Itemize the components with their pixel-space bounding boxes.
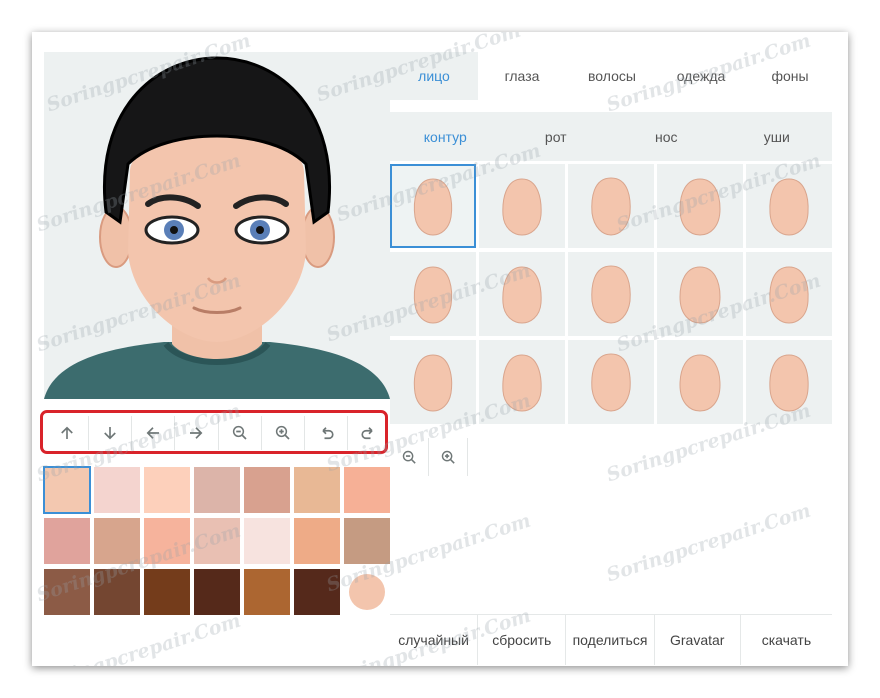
face-shape-icon xyxy=(413,354,453,412)
color-swatch[interactable] xyxy=(94,518,140,564)
face-subtabs: контур рот нос уши xyxy=(390,112,832,161)
undo-icon xyxy=(322,427,334,440)
grid-zoom-in-button[interactable] xyxy=(429,438,468,476)
color-swatch[interactable] xyxy=(344,518,390,564)
face-shape-option[interactable] xyxy=(746,340,832,424)
face-shape-icon xyxy=(591,265,631,324)
color-swatch[interactable] xyxy=(294,518,340,564)
category-tabs: лицо глаза волосы одежда фоны xyxy=(390,52,836,100)
color-swatch[interactable] xyxy=(294,569,340,615)
subtab-contour[interactable]: контур xyxy=(390,112,501,161)
face-shape-icon xyxy=(679,354,721,412)
color-swatch[interactable] xyxy=(94,467,140,513)
subtab-nose[interactable]: нос xyxy=(611,112,722,161)
face-shape-option[interactable] xyxy=(746,164,832,248)
face-shape-icon xyxy=(769,266,809,324)
face-shape-icon xyxy=(679,178,721,236)
tab-backgrounds[interactable]: фоны xyxy=(744,52,836,100)
arrow-down-icon xyxy=(104,427,117,440)
share-button[interactable]: поделиться xyxy=(566,615,655,665)
color-swatch[interactable] xyxy=(244,467,290,513)
zoom-in-icon xyxy=(441,450,455,464)
face-shape-option[interactable] xyxy=(390,164,476,248)
tab-clothes[interactable]: одежда xyxy=(658,52,744,100)
color-swatch[interactable] xyxy=(194,569,240,615)
face-shape-option[interactable] xyxy=(568,164,654,248)
color-swatch[interactable] xyxy=(144,518,190,564)
face-shape-icon xyxy=(591,177,631,236)
skin-color-palette xyxy=(43,466,390,615)
color-swatch[interactable] xyxy=(144,569,190,615)
random-button[interactable]: случайный xyxy=(390,615,479,665)
arrow-up-icon xyxy=(61,426,73,439)
face-shape-option[interactable] xyxy=(479,340,565,424)
face-shape-option[interactable] xyxy=(479,164,565,248)
color-swatch[interactable] xyxy=(194,467,240,513)
face-shape-icon xyxy=(413,178,453,236)
tab-hair[interactable]: волосы xyxy=(566,52,658,100)
avatar-preview xyxy=(44,52,390,399)
undo-button[interactable] xyxy=(305,416,348,450)
face-shape-icon xyxy=(769,354,809,412)
move-up-button[interactable] xyxy=(46,416,90,450)
arrow-right-icon xyxy=(190,427,203,439)
zoom-out-button[interactable] xyxy=(219,416,262,450)
color-swatch[interactable] xyxy=(44,518,90,564)
move-left-button[interactable] xyxy=(132,416,176,450)
face-shape-option[interactable] xyxy=(568,340,654,424)
position-toolbar xyxy=(46,416,390,450)
subtab-mouth[interactable]: рот xyxy=(501,112,612,161)
color-swatch[interactable] xyxy=(244,518,290,564)
zoom-in-icon xyxy=(275,425,290,440)
face-shape-icon xyxy=(591,353,631,412)
reset-button[interactable]: сбросить xyxy=(478,615,567,665)
color-swatch[interactable] xyxy=(344,569,390,615)
face-shape-option[interactable] xyxy=(390,340,476,424)
face-shape-option[interactable] xyxy=(568,252,654,336)
face-shape-icon xyxy=(502,354,542,412)
face-shape-icon xyxy=(413,266,453,324)
tab-face[interactable]: лицо xyxy=(390,52,478,100)
face-shape-icon xyxy=(502,178,542,236)
zoom-out-icon xyxy=(402,450,416,464)
color-swatch[interactable] xyxy=(194,518,240,564)
face-shape-option[interactable] xyxy=(657,164,743,248)
color-swatch[interactable] xyxy=(244,569,290,615)
download-button[interactable]: скачать xyxy=(741,615,832,665)
watermark: Soringpcrepair.Com xyxy=(603,499,814,587)
color-swatch[interactable] xyxy=(94,569,140,615)
grid-zoom-controls xyxy=(390,438,468,476)
face-shape-option[interactable] xyxy=(479,252,565,336)
current-color-preview[interactable] xyxy=(349,574,385,610)
face-shape-option[interactable] xyxy=(657,340,743,424)
move-down-button[interactable] xyxy=(89,416,133,450)
color-swatch[interactable] xyxy=(44,569,90,615)
watermark: Soringpcrepair.Com xyxy=(33,609,244,666)
face-shape-option[interactable] xyxy=(390,252,476,336)
gravatar-button[interactable]: Gravatar xyxy=(655,615,741,665)
color-swatch[interactable] xyxy=(344,467,390,513)
color-swatch[interactable] xyxy=(43,466,91,514)
face-shape-grid xyxy=(390,164,832,424)
face-shape-icon xyxy=(502,266,542,324)
grid-zoom-out-button[interactable] xyxy=(390,438,429,476)
move-right-button[interactable] xyxy=(175,416,219,450)
zoom-in-button[interactable] xyxy=(262,416,305,450)
subtab-ears[interactable]: уши xyxy=(722,112,833,161)
face-shape-icon xyxy=(769,178,809,236)
zoom-out-icon xyxy=(232,425,247,440)
face-shape-option[interactable] xyxy=(746,252,832,336)
color-swatch[interactable] xyxy=(144,467,190,513)
face-shape-option[interactable] xyxy=(657,252,743,336)
tab-eyes[interactable]: глаза xyxy=(478,52,566,100)
action-bar: случайный сбросить поделиться Gravatar с… xyxy=(390,614,832,666)
color-swatch[interactable] xyxy=(294,467,340,513)
redo-icon xyxy=(361,427,373,440)
face-shape-icon xyxy=(679,266,721,324)
avatar-editor: лицо глаза волосы одежда фоны контур рот… xyxy=(32,32,848,666)
redo-button[interactable] xyxy=(348,416,390,450)
arrow-left-icon xyxy=(146,427,160,439)
